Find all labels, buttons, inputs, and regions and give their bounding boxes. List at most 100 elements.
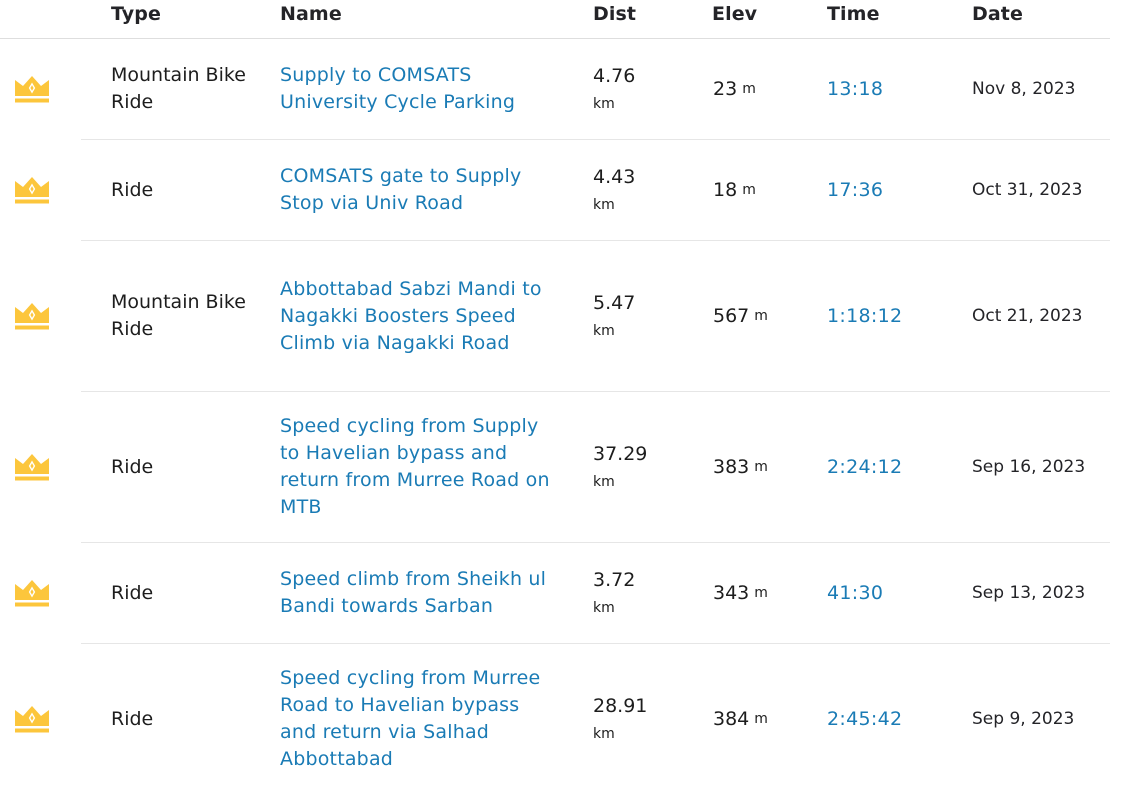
distance-value: 4.76	[593, 64, 636, 87]
time-link[interactable]: 13:18	[827, 78, 883, 100]
date-label: Nov 8, 2023	[972, 79, 1076, 99]
table-row: Mountain Bike Ride Abbottabad Sabzi Mand…	[15, 241, 1110, 392]
elevation-value: 567	[713, 305, 750, 327]
activity-type: Mountain Bike Ride	[111, 39, 271, 139]
activity-type-label: Ride	[111, 581, 154, 604]
table-row: Mountain Bike Ride Supply to COMSATS Uni…	[15, 39, 1110, 140]
header-time[interactable]: Time	[827, 3, 880, 25]
segment-name-link[interactable]: Speed cycling from Supply to Havelian by…	[280, 413, 560, 521]
header-dist[interactable]: Dist	[593, 3, 636, 25]
distance-unit: km	[593, 473, 615, 490]
activity-type: Ride	[111, 543, 271, 643]
date-label: Sep 9, 2023	[972, 709, 1075, 729]
header-elev[interactable]: Elev	[712, 3, 757, 25]
time-link[interactable]: 1:18:12	[827, 305, 902, 327]
crown-icon	[14, 452, 50, 482]
elevation-cell: 343 m	[713, 543, 803, 643]
distance-unit: km	[593, 599, 615, 616]
activity-type-label: Ride	[111, 178, 154, 201]
distance-value: 5.47	[593, 291, 636, 314]
time-cell: 1:18:12	[827, 241, 947, 391]
segment-name-link[interactable]: Abbottabad Sabzi Mandi to Nagakki Booste…	[280, 276, 560, 357]
crown-cell	[14, 543, 50, 643]
distance-value: 3.72	[593, 568, 636, 591]
distance-unit: km	[593, 322, 615, 339]
crown-icon	[14, 704, 50, 734]
date-cell: Sep 13, 2023	[972, 543, 1102, 643]
crown-cell	[14, 140, 50, 240]
elevation-value: 343	[713, 582, 750, 604]
segments-table: Type Name Dist Elev Time Date Mountain B…	[0, 0, 1110, 786]
activity-type: Ride	[111, 392, 271, 542]
elevation-cell: 18 m	[713, 140, 803, 240]
table-row: Ride Speed cycling from Murree Road to H…	[15, 644, 1110, 786]
activity-type-label: Ride	[111, 455, 154, 478]
elevation-unit: m	[742, 182, 756, 198]
table-body: Mountain Bike Ride Supply to COMSATS Uni…	[0, 39, 1110, 786]
time-cell: 17:36	[827, 140, 947, 240]
table-row: Ride COMSATS gate to Supply Stop via Uni…	[15, 140, 1110, 241]
segment-name-link[interactable]: Supply to COMSATS University Cycle Parki…	[280, 62, 560, 116]
segment-name-cell: Supply to COMSATS University Cycle Parki…	[280, 39, 560, 139]
crown-cell	[14, 644, 50, 786]
activity-type-label: Mountain Bike Ride	[111, 291, 246, 340]
elevation-value: 23	[713, 78, 738, 100]
date-cell: Oct 31, 2023	[972, 140, 1102, 240]
elevation-value: 18	[713, 179, 738, 201]
activity-type-label: Mountain Bike Ride	[111, 64, 246, 113]
segment-name-link[interactable]: Speed climb from Sheikh ul Bandi towards…	[280, 566, 560, 620]
elevation-unit: m	[754, 308, 768, 324]
time-cell: 2:24:12	[827, 392, 947, 542]
activity-type: Ride	[111, 140, 271, 240]
crown-icon	[14, 74, 50, 104]
distance-cell: 4.76 km	[593, 39, 683, 139]
distance-value: 4.43	[593, 165, 636, 188]
header-date[interactable]: Date	[972, 3, 1023, 25]
elevation-unit: m	[754, 711, 768, 727]
distance-unit: km	[593, 95, 615, 112]
time-link[interactable]: 2:45:42	[827, 708, 902, 730]
crown-icon	[14, 578, 50, 608]
elevation-cell: 383 m	[713, 392, 803, 542]
elevation-value: 383	[713, 456, 750, 478]
distance-unit: km	[593, 196, 615, 213]
date-cell: Sep 9, 2023	[972, 644, 1102, 786]
elevation-unit: m	[754, 459, 768, 475]
time-link[interactable]: 17:36	[827, 179, 883, 201]
segment-name-cell: Abbottabad Sabzi Mandi to Nagakki Booste…	[280, 241, 560, 391]
elevation-unit: m	[754, 585, 768, 601]
date-cell: Nov 8, 2023	[972, 39, 1102, 139]
distance-unit: km	[593, 725, 615, 742]
time-cell: 2:45:42	[827, 644, 947, 786]
time-cell: 13:18	[827, 39, 947, 139]
header-name[interactable]: Name	[280, 3, 342, 25]
table-row: Ride Speed climb from Sheikh ul Bandi to…	[15, 543, 1110, 644]
distance-value: 37.29	[593, 442, 648, 465]
segment-name-link[interactable]: Speed cycling from Murree Road to Haveli…	[280, 665, 560, 773]
date-label: Sep 16, 2023	[972, 457, 1086, 477]
segment-name-cell: COMSATS gate to Supply Stop via Univ Roa…	[280, 140, 560, 240]
elevation-value: 384	[713, 708, 750, 730]
segment-name-link[interactable]: COMSATS gate to Supply Stop via Univ Roa…	[280, 163, 560, 217]
distance-cell: 28.91 km	[593, 644, 683, 786]
crown-cell	[14, 241, 50, 391]
date-label: Oct 31, 2023	[972, 180, 1083, 200]
distance-value: 28.91	[593, 694, 648, 717]
activity-type-label: Ride	[111, 707, 154, 730]
elevation-cell: 567 m	[713, 241, 803, 391]
elevation-cell: 23 m	[713, 39, 803, 139]
segment-name-cell: Speed cycling from Murree Road to Haveli…	[280, 644, 560, 786]
date-cell: Oct 21, 2023	[972, 241, 1102, 391]
table-row: Ride Speed cycling from Supply to Haveli…	[15, 392, 1110, 543]
distance-cell: 3.72 km	[593, 543, 683, 643]
distance-cell: 4.43 km	[593, 140, 683, 240]
date-label: Oct 21, 2023	[972, 306, 1083, 326]
date-label: Sep 13, 2023	[972, 583, 1086, 603]
elevation-unit: m	[742, 81, 756, 97]
time-link[interactable]: 2:24:12	[827, 456, 902, 478]
crown-icon	[14, 175, 50, 205]
time-cell: 41:30	[827, 543, 947, 643]
crown-cell	[14, 392, 50, 542]
time-link[interactable]: 41:30	[827, 582, 883, 604]
header-type[interactable]: Type	[111, 3, 161, 25]
